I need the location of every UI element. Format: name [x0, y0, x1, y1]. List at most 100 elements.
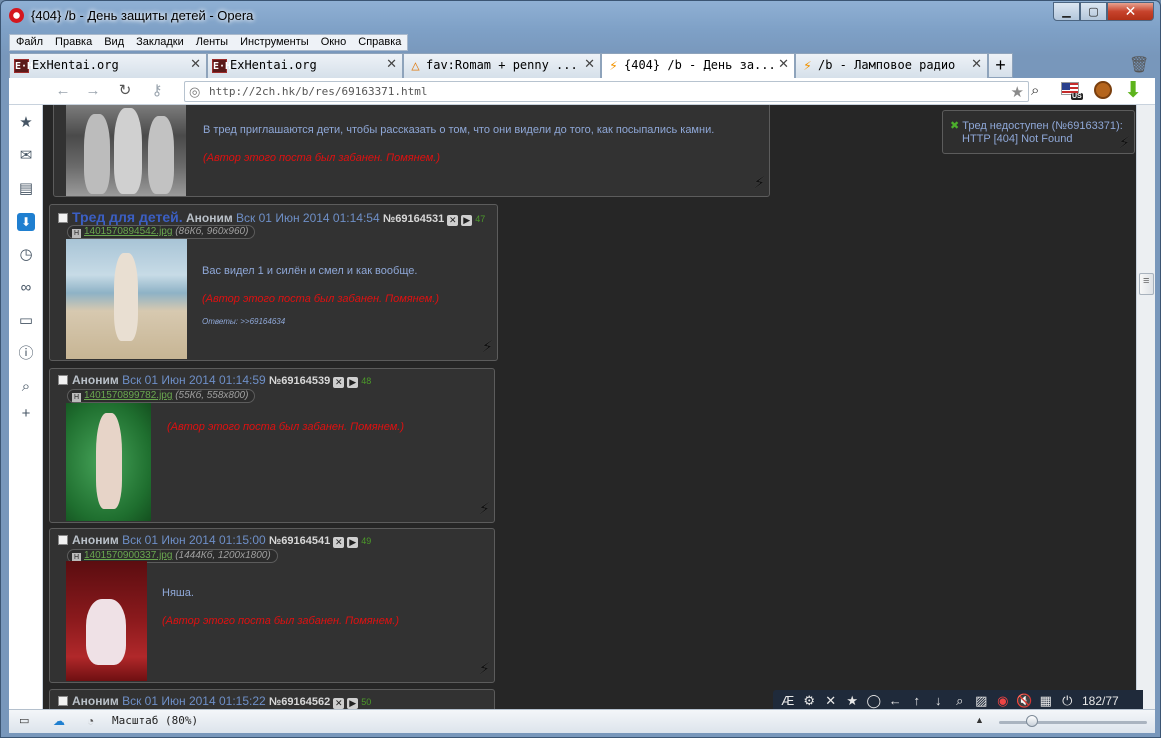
- tab-fav[interactable]: △ fav:Romam + penny ... ✕: [403, 53, 601, 78]
- grid-icon[interactable]: ▦: [1035, 693, 1057, 709]
- hide-post-icon[interactable]: ✕: [333, 377, 345, 388]
- address-bar[interactable]: ◎ http://2ch.hk/b/res/69163371.html ★: [184, 81, 1029, 102]
- cloud-icon[interactable]: ☁: [53, 714, 65, 728]
- vertical-scrollbar[interactable]: [1136, 105, 1155, 709]
- close-tab-icon[interactable]: ✕: [190, 57, 201, 72]
- downloads-icon[interactable]: ⬇: [17, 213, 35, 231]
- bolt-icon[interactable]: ⚡: [479, 659, 490, 679]
- close-tab-icon[interactable]: ✕: [778, 57, 789, 72]
- file-link[interactable]: 1401570894542.jpg: [84, 226, 172, 237]
- expand-post-icon[interactable]: ▶: [347, 377, 359, 388]
- post-checkbox[interactable]: [58, 535, 68, 545]
- mail-icon[interactable]: ✉: [17, 147, 35, 165]
- bolt-icon[interactable]: ⚡: [482, 337, 493, 357]
- post-checkbox[interactable]: [58, 696, 68, 706]
- menu-edit[interactable]: Правка: [49, 35, 98, 50]
- minimize-button[interactable]: ▁: [1053, 2, 1080, 21]
- bookmarks-star-icon[interactable]: ★: [17, 114, 35, 132]
- zoom-icon[interactable]: ⌕: [949, 693, 971, 709]
- post-checkbox[interactable]: [58, 213, 68, 223]
- tab-exhentai-2[interactable]: E·H ExHentai.org ✕: [207, 53, 403, 78]
- menu-bookmarks[interactable]: Закладки: [130, 35, 190, 50]
- key-icon[interactable]: ⚷: [147, 82, 167, 100]
- mute-speaker-icon[interactable]: 🔇: [1014, 693, 1036, 709]
- favorite-star-icon[interactable]: ★: [842, 693, 864, 709]
- forward-arrow-icon[interactable]: →: [83, 82, 103, 100]
- windows-panel-icon[interactable]: ▭: [17, 312, 35, 330]
- notes-icon[interactable]: ▤: [17, 180, 35, 198]
- download-arrow-icon[interactable]: ⬇: [1124, 79, 1142, 101]
- hide-post-icon[interactable]: ✕: [333, 537, 345, 548]
- menu-feeds[interactable]: Ленты: [190, 35, 234, 50]
- add-panel-icon[interactable]: +: [17, 405, 35, 423]
- close-tab-icon[interactable]: ✕: [584, 57, 595, 72]
- thumbnail-image[interactable]: [66, 561, 147, 681]
- bolt-icon[interactable]: ⚡: [479, 499, 490, 519]
- image-toggle-icon[interactable]: ▨: [971, 693, 993, 709]
- reload-icon[interactable]: ↻: [115, 82, 135, 100]
- zoom-slider[interactable]: [999, 721, 1147, 724]
- settings-gear-icon[interactable]: ⚙: [799, 693, 821, 709]
- close-tab-icon[interactable]: ✕: [971, 57, 982, 72]
- menu-file[interactable]: Файл: [10, 35, 49, 50]
- monkey-extension-icon[interactable]: [1094, 81, 1112, 99]
- up-arrow-icon[interactable]: ↑: [906, 693, 928, 708]
- tab-exhentai-1[interactable]: E·H ExHentai.org ✕: [9, 53, 207, 78]
- hide-post-icon[interactable]: ✕: [333, 698, 345, 709]
- thumbnail-image[interactable]: [66, 239, 187, 359]
- new-tab-button[interactable]: +: [988, 53, 1013, 78]
- zoom-slider-knob[interactable]: [1026, 715, 1038, 727]
- close-icon[interactable]: ✕: [820, 693, 842, 709]
- post-count: 50: [361, 697, 372, 707]
- info-icon[interactable]: ⓘ: [17, 345, 35, 363]
- eye-icon[interactable]: ◉: [992, 693, 1014, 709]
- file-link[interactable]: 1401570900337.jpg: [84, 550, 172, 561]
- bolt-icon[interactable]: ⚡: [754, 173, 765, 193]
- expand-post-icon[interactable]: ▶: [347, 698, 359, 709]
- expand-post-icon[interactable]: ▶: [461, 215, 473, 226]
- thumbnail-image[interactable]: [66, 105, 186, 196]
- expand-post-icon[interactable]: ▶: [347, 537, 359, 548]
- tab-active-404[interactable]: ⚡ {404} /b - День за... ✕: [601, 53, 795, 79]
- history-clock-icon[interactable]: ◷: [17, 246, 35, 264]
- maximize-button[interactable]: ▢: [1080, 2, 1107, 21]
- file-link[interactable]: 1401570899782.jpg: [84, 390, 172, 401]
- post-number[interactable]: №69164539: [269, 375, 330, 387]
- post-number[interactable]: №69164531: [383, 213, 444, 225]
- menu-view[interactable]: Вид: [98, 35, 130, 50]
- logo-icon[interactable]: Æ: [777, 693, 799, 708]
- zoom-menu-arrow-icon[interactable]: ▲: [975, 715, 984, 725]
- search-icon[interactable]: ⌕: [1031, 82, 1039, 99]
- bolt-icon[interactable]: ⚡: [1119, 136, 1130, 152]
- panel-toggle-icon[interactable]: ▭: [19, 714, 29, 727]
- tab-lamp-radio[interactable]: ⚡ /b - Ламповое радио ✕: [795, 53, 988, 78]
- left-arrow-icon[interactable]: ←: [885, 693, 907, 708]
- post-number[interactable]: №69164562: [269, 696, 330, 708]
- post-checkbox[interactable]: [58, 375, 68, 385]
- title-bar[interactable]: {404} /b - День защиты детей - Opera ▁ ▢…: [1, 1, 1160, 31]
- hide-post-icon[interactable]: ✕: [447, 215, 459, 226]
- bookmark-star-icon[interactable]: ★: [1011, 83, 1024, 101]
- search-panel-icon[interactable]: ⌕: [17, 378, 35, 396]
- speed-dial-icon[interactable]: ◔: [87, 714, 94, 728]
- opera-logo-icon[interactable]: [9, 8, 24, 23]
- links-chain-icon[interactable]: ∞: [17, 279, 35, 297]
- down-arrow-icon[interactable]: ↓: [928, 693, 950, 708]
- post-number[interactable]: №69164541: [269, 535, 330, 547]
- power-icon[interactable]: ⏻: [1057, 693, 1079, 709]
- trash-icon[interactable]: 🗑: [1129, 55, 1149, 74]
- menu-tools[interactable]: Инструменты: [234, 35, 315, 50]
- replies-link[interactable]: Ответы: >>69164634: [202, 317, 285, 326]
- thumbnail-image[interactable]: [66, 403, 151, 521]
- menu-help[interactable]: Справка: [352, 35, 407, 50]
- ban-notice: (Автор этого поста был забанен. Помянем.…: [167, 421, 404, 433]
- scrollbar-thumb[interactable]: [1139, 273, 1154, 295]
- post-header: Аноним Вск 01 Июн 2014 01:14:59 №6916453…: [58, 373, 371, 388]
- back-arrow-icon[interactable]: ←: [53, 82, 73, 100]
- close-notice-icon[interactable]: ✖: [950, 120, 959, 132]
- close-tab-icon[interactable]: ✕: [386, 57, 397, 72]
- ban-notice: (Автор этого поста был забанен. Помянем.…: [202, 293, 439, 305]
- close-window-button[interactable]: ✕: [1107, 2, 1154, 21]
- refresh-circle-icon[interactable]: ◯: [863, 693, 885, 709]
- menu-window[interactable]: Окно: [315, 35, 353, 50]
